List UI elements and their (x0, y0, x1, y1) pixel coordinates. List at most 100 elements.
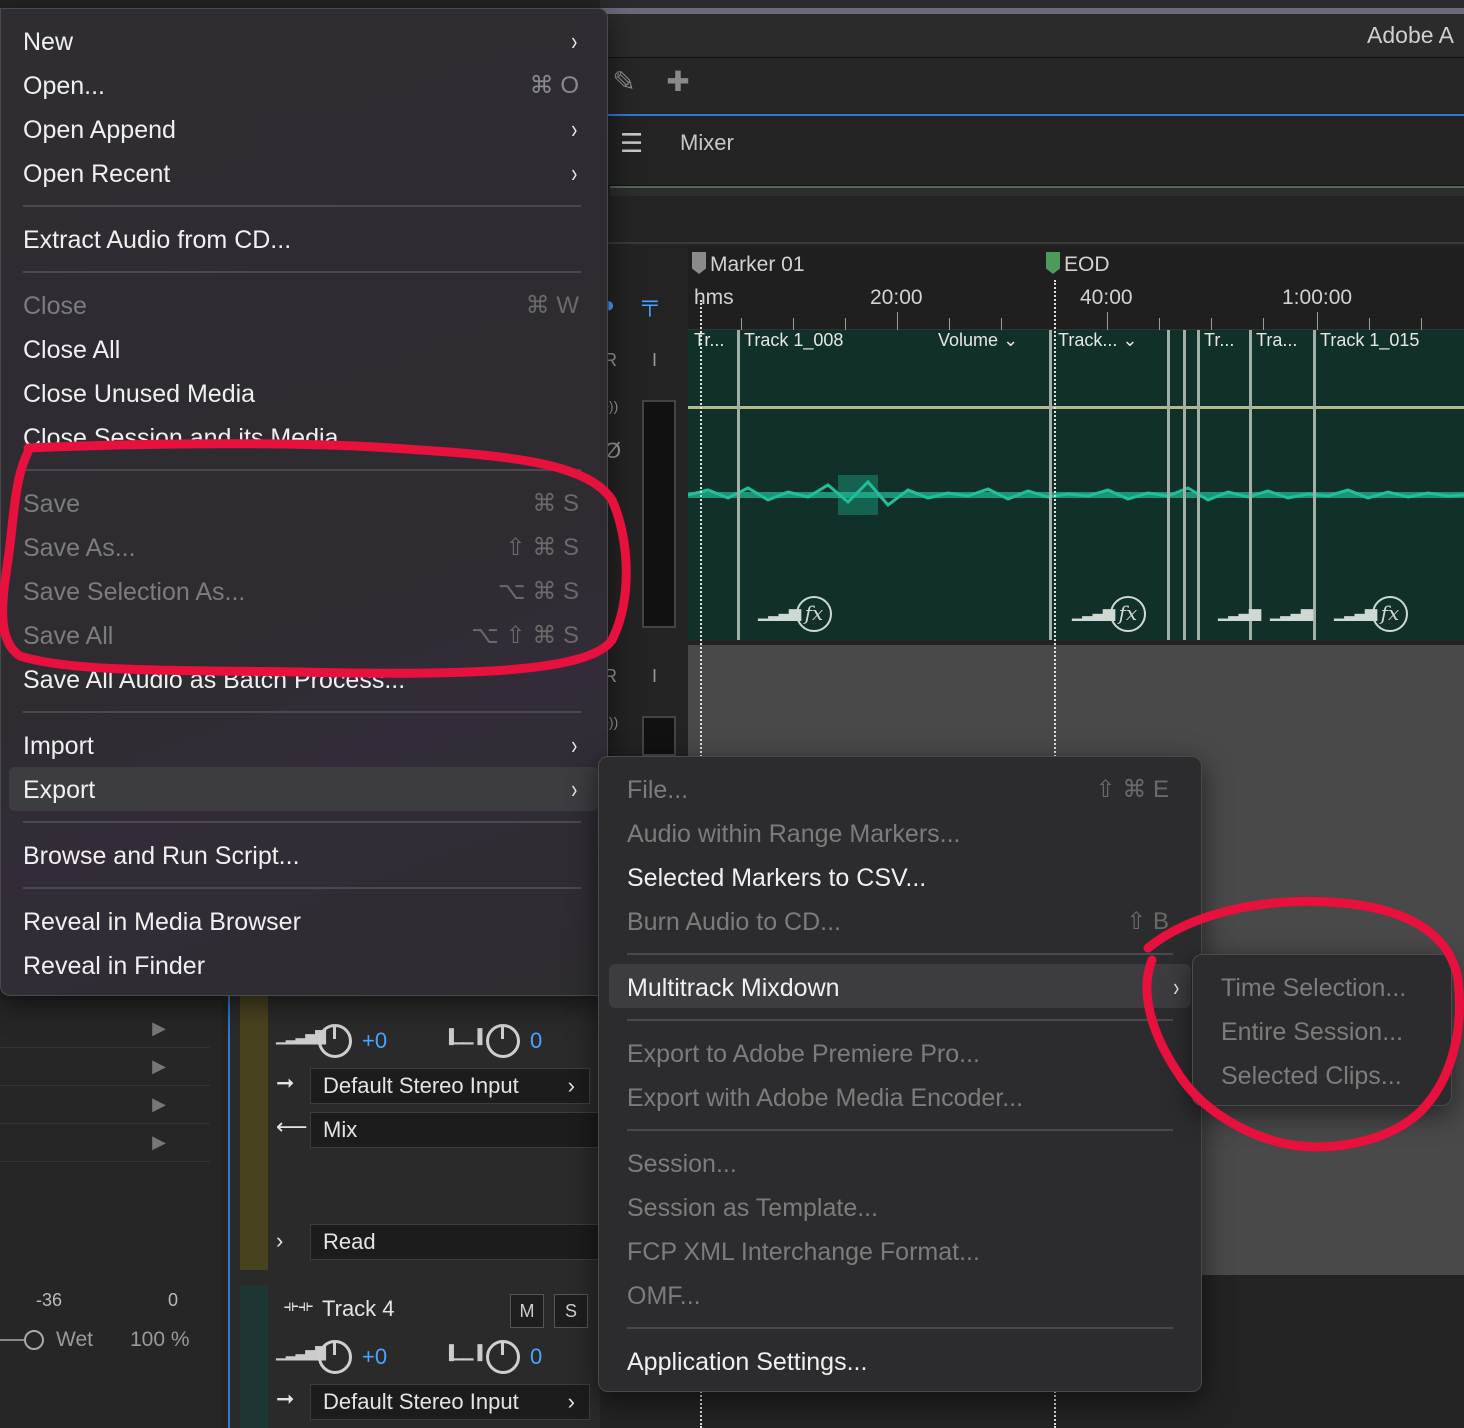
menu-item-import[interactable]: Import › (23, 726, 585, 766)
menu-item-extract-audio[interactable]: Extract Audio from CD... (23, 220, 585, 260)
pan-value[interactable]: +0 (362, 1344, 387, 1370)
menu-item-markers-csv[interactable]: Selected Markers to CSV... (627, 858, 1175, 898)
snap-icon[interactable]: ◗ (604, 292, 634, 322)
track-4-color-strip (240, 1286, 268, 1428)
marker-eod[interactable]: EOD (1046, 252, 1110, 277)
chevron-right-icon: › (571, 158, 578, 188)
menu-item-close-session[interactable]: Close Session and its Media (23, 418, 585, 458)
ruler-tick (1107, 312, 1108, 330)
effect-slot[interactable]: ▶ (0, 1010, 210, 1048)
effect-slot[interactable]: ▶ (0, 1124, 210, 1162)
shortcut-label: ⇧ B (1126, 908, 1169, 935)
menu-item-reveal-finder[interactable]: Reveal in Finder (23, 946, 585, 986)
clip-boundary[interactable] (1183, 330, 1186, 640)
mono-icon[interactable]: •)) (604, 714, 634, 744)
width-knob[interactable] (486, 1340, 520, 1374)
menu-item-entire-session: Entire Session... (1221, 1018, 1404, 1046)
volume-knob[interactable] (318, 1024, 352, 1058)
menu-item-browse-script[interactable]: Browse and Run Script... (23, 836, 585, 876)
clip-boundary[interactable] (1049, 330, 1052, 640)
chevron-right-icon[interactable]: › (276, 1228, 283, 1254)
clip-title-text: Track... (1058, 330, 1118, 350)
phase-icon[interactable]: Ø (604, 438, 634, 468)
track-3-output-select[interactable]: Mix (310, 1112, 600, 1148)
clip-boundary[interactable] (1167, 330, 1170, 640)
mixer-track-area (228, 990, 600, 1428)
clip-boundary[interactable] (1249, 330, 1252, 640)
track-4-name[interactable]: Track 4 (322, 1296, 395, 1322)
menu-item-label: Save As... (23, 534, 136, 562)
chevron-right-icon: ▶ (152, 1056, 166, 1076)
solo-button[interactable]: S (554, 1294, 588, 1328)
brush-tool-icon[interactable]: ✎ (606, 64, 642, 100)
width-value[interactable]: 0 (530, 1344, 542, 1370)
menu-item-application-settings[interactable]: Application Settings... (627, 1342, 1175, 1382)
pan-value[interactable]: +0 (362, 1028, 387, 1054)
track-4-input-select[interactable]: Default Stereo Input › (310, 1384, 590, 1420)
ruler-tick (845, 318, 846, 330)
clip-gain-icon[interactable]: ▁▂▃▅ (758, 602, 801, 622)
menu-item-open-append[interactable]: Open Append › (23, 110, 585, 150)
menu-item-export[interactable]: Export › (23, 770, 585, 810)
input-monitor-button[interactable]: I (652, 350, 682, 380)
clip-gain-icon[interactable]: ▁▂▃▅ (1072, 602, 1115, 622)
app-title: Adobe A (1367, 22, 1454, 48)
fx-icon[interactable]: fx (796, 596, 832, 632)
menu-item-close-unused[interactable]: Close Unused Media (23, 374, 585, 414)
input-arrow-icon: ➞ (276, 1386, 295, 1411)
menu-item-save-selection: Save Selection As... ⌥ ⌘ S (23, 572, 585, 612)
effect-slot[interactable]: ▶ (0, 1086, 210, 1124)
record-arm-button[interactable]: R (604, 350, 634, 380)
input-arrow-icon: ➞ (276, 1070, 295, 1095)
clip-title[interactable]: Tr... (1204, 330, 1246, 358)
menu-item-open[interactable]: Open... ⌘ O (23, 66, 585, 106)
automation-mode-select[interactable]: Read (310, 1224, 600, 1260)
track-3-input-select[interactable]: Default Stereo Input › (310, 1068, 590, 1104)
zoom-navigator[interactable] (610, 186, 1464, 196)
chevron-right-icon: › (567, 1389, 575, 1414)
menu-item-export-file: File... ⇧ ⌘ E (627, 770, 1175, 810)
width-value[interactable]: 0 (530, 1028, 542, 1054)
clip-volume-dropdown[interactable]: Volume ⌄ (938, 330, 1048, 358)
menu-item-save-batch[interactable]: Save All Audio as Batch Process... (23, 660, 585, 700)
clip-title[interactable]: Track... ⌄ (1058, 330, 1164, 358)
menu-item-reveal-media-browser[interactable]: Reveal in Media Browser (23, 902, 585, 942)
wet-slider-knob[interactable] (24, 1330, 44, 1350)
toolbar (600, 58, 1464, 114)
menu-item-audio-range-markers: Audio within Range Markers... (627, 820, 961, 848)
mute-button[interactable]: M (510, 1294, 544, 1328)
marker-pin-icon[interactable]: ╤ (642, 290, 672, 320)
clip-gain-icon[interactable]: ▁▂▃▅ (1334, 602, 1377, 622)
ruler-label: 40:00 (1080, 286, 1133, 309)
record-arm-button[interactable]: R (604, 666, 634, 696)
menu-separator (23, 271, 581, 273)
clip-boundary[interactable] (737, 330, 740, 640)
effect-slot[interactable]: ▶ (0, 1048, 210, 1086)
input-monitor-button[interactable]: I (652, 666, 682, 696)
fx-icon[interactable]: fx (1372, 596, 1408, 632)
clip-gain-icon[interactable]: ▁▂▃▅ (1218, 602, 1261, 622)
menu-item-close-all[interactable]: Close All (23, 330, 585, 370)
clip-title[interactable]: Track 1_008 (744, 330, 924, 358)
tab-mixer[interactable]: Mixer (680, 130, 734, 156)
width-knob[interactable] (486, 1024, 520, 1058)
clip-boundary[interactable] (1197, 330, 1200, 640)
clip-boundary[interactable] (1313, 330, 1316, 640)
menu-item-new[interactable]: New › (23, 22, 585, 62)
wet-slider-track[interactable] (0, 1339, 24, 1341)
menu-item-burn-cd: Burn Audio to CD... ⇧ B (627, 902, 1175, 942)
menu-item-multitrack-mixdown[interactable]: Multitrack Mixdown › (627, 968, 1180, 1008)
healing-tool-icon[interactable]: ✚ (660, 64, 696, 100)
volume-knob[interactable] (318, 1340, 352, 1374)
menu-item-label: Multitrack Mixdown (627, 974, 840, 1002)
mono-icon[interactable]: •)) (604, 398, 634, 428)
fx-icon[interactable]: fx (1110, 596, 1146, 632)
menu-item-open-recent[interactable]: Open Recent › (23, 154, 585, 194)
volume-envelope[interactable] (688, 406, 1464, 409)
ruler-tick (1263, 318, 1264, 330)
clip-title[interactable]: Track 1_015 (1320, 330, 1460, 358)
clip-title[interactable]: Tra... (1256, 330, 1310, 358)
clip-gain-icon[interactable]: ▁▂▃▅ (1270, 602, 1313, 622)
panel-menu-icon[interactable]: ☰ (620, 128, 643, 159)
marker-01[interactable]: Marker 01 (692, 252, 805, 277)
